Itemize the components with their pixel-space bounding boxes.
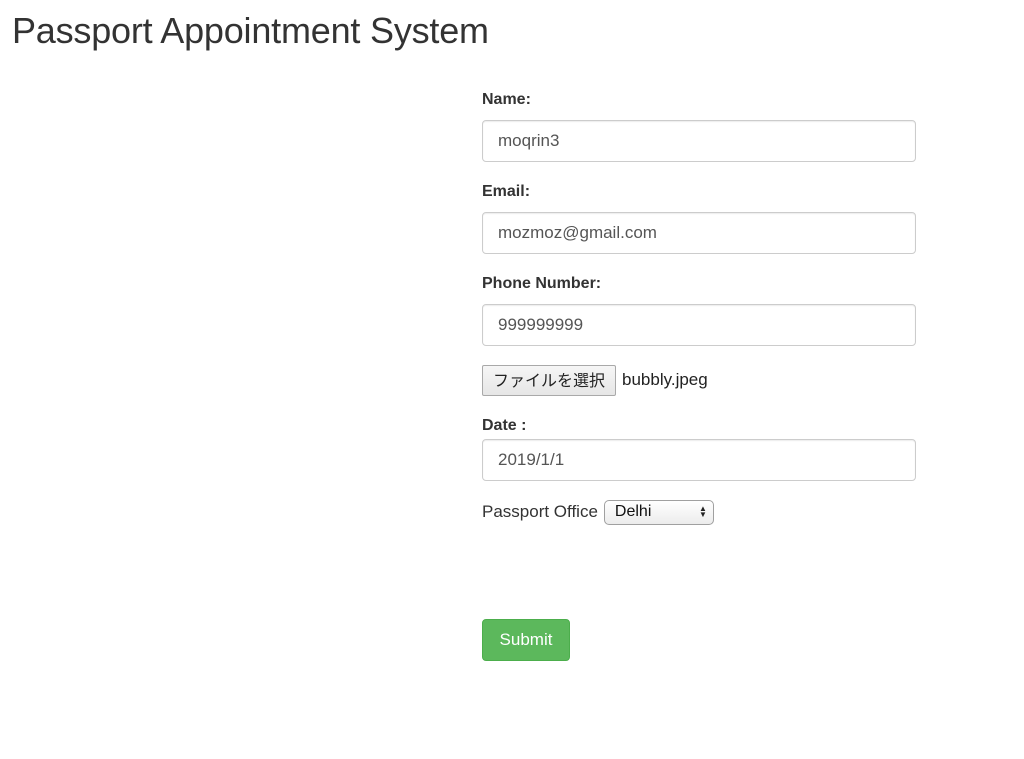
- name-input[interactable]: moqrin3: [482, 120, 916, 162]
- phone-input[interactable]: 999999999: [482, 304, 916, 346]
- date-label: Date :: [482, 417, 527, 434]
- file-upload: ファイルを選択 bubbly.jpeg: [482, 364, 708, 396]
- submit-button[interactable]: Submit: [482, 619, 570, 661]
- office-selected-value: Delhi: [614, 503, 652, 520]
- selected-file-name: bubbly.jpeg: [622, 370, 708, 389]
- phone-label: Phone Number:: [482, 275, 602, 292]
- email-input[interactable]: mozmoz@gmail.com: [482, 212, 916, 254]
- choose-file-button[interactable]: ファイルを選択: [482, 364, 617, 396]
- name-label: Name:: [482, 91, 531, 108]
- up-down-arrows-icon: ▲ ▼: [698, 504, 707, 519]
- date-input[interactable]: 2019/1/1: [482, 439, 916, 481]
- office-label: Passport Office: [482, 502, 598, 521]
- office-select[interactable]: Delhi ▲ ▼: [603, 499, 714, 525]
- page-title: Passport Appointment System: [12, 10, 489, 51]
- email-label: Email:: [482, 183, 531, 200]
- office-row: Passport Office Delhi ▲ ▼: [482, 499, 714, 525]
